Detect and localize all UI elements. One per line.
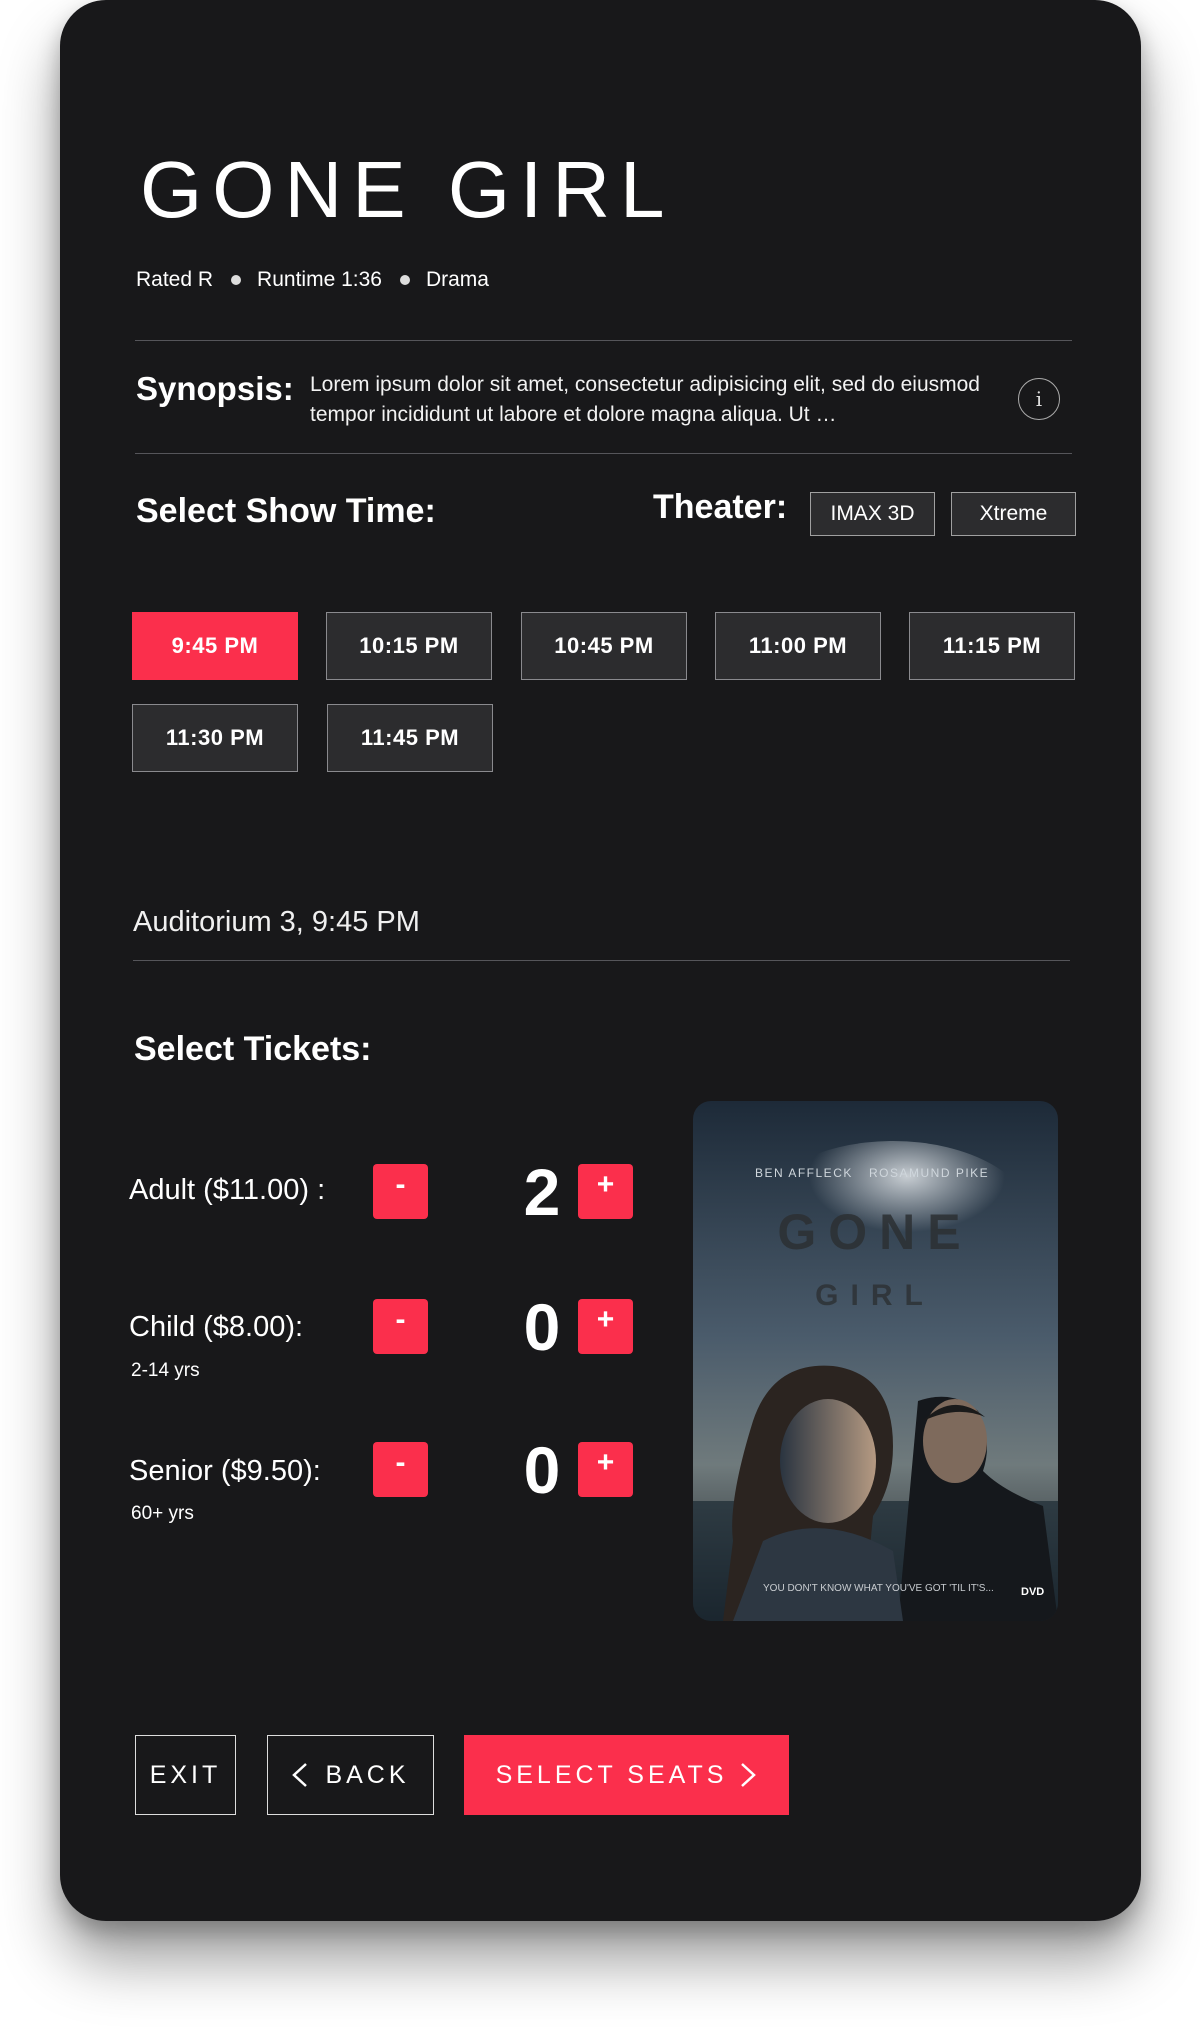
poster-dvd-badge: DVD	[1021, 1586, 1044, 1598]
divider	[135, 340, 1072, 341]
theater-xtreme-button[interactable]: Xtreme	[951, 492, 1076, 536]
child-increment-button[interactable]: +	[578, 1299, 633, 1354]
showtime-button-selected[interactable]: 9:45 PM	[132, 612, 298, 680]
movie-poster: BEN AFFLECK ROSAMUND PIKE GONE GIRL YOU …	[693, 1101, 1058, 1621]
poster-tagline: YOU DON'T KNOW WHAT YOU'VE GOT 'TIL IT'S…	[763, 1583, 994, 1594]
poster-title-1: GONE	[777, 1204, 972, 1260]
tickets-heading: Select Tickets:	[134, 1030, 372, 1068]
showtime-heading: Select Show Time:	[136, 492, 436, 530]
showtime-button[interactable]: 11:45 PM	[327, 704, 493, 772]
child-decrement-button[interactable]: -	[373, 1299, 428, 1354]
info-icon[interactable]: i	[1018, 378, 1060, 420]
chevron-right-icon	[741, 1763, 757, 1787]
ticket-senior-age: 60+ yrs	[131, 1503, 194, 1524]
divider	[135, 453, 1072, 454]
poster-actor-2: ROSAMUND PIKE	[869, 1166, 989, 1180]
divider	[133, 960, 1070, 961]
child-count: 0	[523, 1290, 561, 1364]
separator-dot	[399, 275, 410, 285]
theater-label: Theater:	[653, 488, 788, 526]
back-button[interactable]: BACK	[267, 1735, 434, 1815]
separator-dot	[231, 275, 242, 285]
ticket-child-age: 2-14 yrs	[131, 1360, 200, 1381]
senior-decrement-button[interactable]: -	[373, 1442, 428, 1497]
movie-rating: Rated R	[136, 268, 214, 291]
movie-genre: Drama	[425, 268, 489, 291]
adult-decrement-button[interactable]: -	[373, 1164, 428, 1219]
senior-count: 0	[523, 1433, 561, 1507]
chevron-left-icon	[292, 1763, 308, 1787]
adult-count: 2	[523, 1155, 561, 1229]
synopsis-label: Synopsis:	[136, 370, 294, 407]
adult-increment-button[interactable]: +	[578, 1164, 633, 1219]
senior-increment-button[interactable]: +	[578, 1442, 633, 1497]
synopsis-text: Lorem ipsum dolor sit amet, consectetur …	[310, 373, 980, 426]
ticket-senior-label: Senior ($9.50):	[129, 1455, 321, 1487]
ticket-adult-label: Adult ($11.00) :	[129, 1174, 326, 1206]
poster-actor-1: BEN AFFLECK	[755, 1166, 853, 1180]
showtime-button[interactable]: 11:30 PM	[132, 704, 298, 772]
select-seats-label: SELECT SEATS	[495, 1760, 728, 1789]
exit-button[interactable]: EXIT	[135, 1735, 236, 1815]
theater-imax-button[interactable]: IMAX 3D	[810, 492, 935, 536]
ticket-child-label: Child ($8.00):	[129, 1311, 304, 1343]
movie-meta: Rated R Runtime 1:36 Drama	[136, 268, 489, 292]
select-seats-button[interactable]: SELECT SEATS	[464, 1735, 789, 1815]
auditorium-info: Auditorium 3, 9:45 PM	[133, 906, 420, 938]
showtime-button[interactable]: 11:15 PM	[909, 612, 1075, 680]
showtime-button[interactable]: 10:45 PM	[521, 612, 687, 680]
poster-title-2: GIRL	[815, 1279, 935, 1312]
kiosk-panel: GONE GIRL Rated R Runtime 1:36 Drama Syn…	[60, 0, 1141, 1921]
showtime-button[interactable]: 11:00 PM	[715, 612, 881, 680]
showtime-button[interactable]: 10:15 PM	[326, 612, 492, 680]
poster-artwork: BEN AFFLECK ROSAMUND PIKE GONE GIRL YOU …	[693, 1101, 1058, 1621]
movie-title: GONE GIRL	[140, 145, 675, 234]
movie-runtime: Runtime 1:36	[257, 268, 382, 291]
back-label: BACK	[325, 1760, 410, 1789]
